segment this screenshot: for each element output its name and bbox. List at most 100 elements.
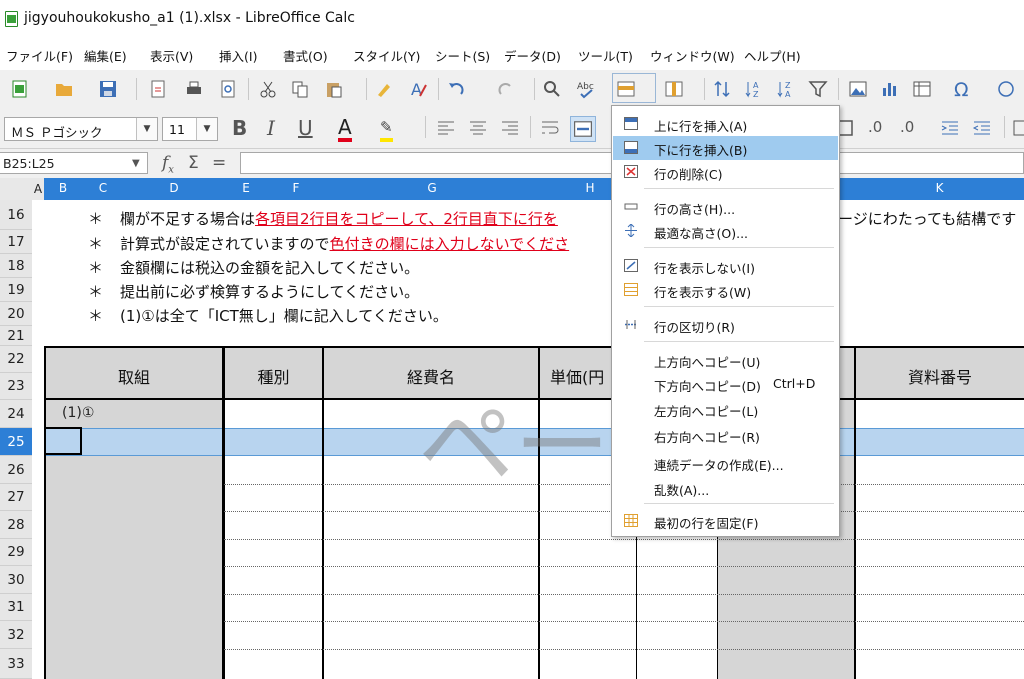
hyperlink-icon[interactable]: [996, 79, 1016, 99]
menu-sheet[interactable]: シート(S): [435, 46, 490, 65]
menu-data[interactable]: データ(D): [504, 46, 561, 65]
column-icon[interactable]: [664, 79, 684, 99]
column-header-e[interactable]: E: [224, 181, 268, 195]
spreadsheet-grid[interactable]: A B C D E F G H K 16 17 18 19 20 21 22 2…: [0, 178, 1024, 679]
menu-row-break[interactable]: 行の区切り(R): [613, 313, 838, 337]
align-left-icon[interactable]: [436, 118, 456, 138]
cell-border-icon[interactable]: [1012, 118, 1024, 138]
menu-random-number[interactable]: 乱数(A)...: [613, 476, 838, 500]
pivot-table-icon[interactable]: [912, 79, 932, 99]
align-right-icon[interactable]: [500, 118, 520, 138]
merge-center-icon[interactable]: [570, 116, 596, 142]
increase-indent-icon[interactable]: [940, 118, 960, 138]
font-size-box[interactable]: 11 ▼: [162, 117, 218, 141]
menu-row-height[interactable]: 行の高さ(H)...: [613, 195, 838, 219]
menu-fill-left[interactable]: 左方向へコピー(L): [613, 397, 838, 421]
row-header-25[interactable]: 25: [0, 428, 32, 456]
row-header-23[interactable]: 23: [0, 373, 32, 400]
italic-icon[interactable]: I: [267, 116, 275, 140]
highlight-color-icon[interactable]: ✎: [380, 116, 393, 142]
row-header-20[interactable]: 20: [0, 302, 32, 326]
row-dropdown-button[interactable]: [612, 73, 656, 103]
font-name-box[interactable]: ＭＳ Ｐゴシック ▼: [4, 117, 158, 141]
save-icon[interactable]: [98, 79, 118, 99]
corner-cell[interactable]: [0, 178, 32, 200]
menu-optimal-height[interactable]: 最適な高さ(O)...: [613, 219, 838, 243]
column-header-g[interactable]: G: [324, 181, 540, 195]
row-header-31[interactable]: 31: [0, 594, 32, 621]
menu-tools[interactable]: ツール(T): [578, 46, 633, 65]
row-header-30[interactable]: 30: [0, 566, 32, 594]
undo-icon[interactable]: [446, 79, 466, 99]
menu-insert-rows-above[interactable]: 上に行を挿入(A): [613, 112, 838, 136]
row-header-17[interactable]: 17: [0, 230, 32, 254]
row-header-22[interactable]: 22: [0, 346, 32, 373]
align-center-icon[interactable]: [468, 118, 488, 138]
redo-icon[interactable]: [496, 79, 516, 99]
sort-icon[interactable]: [712, 79, 732, 99]
font-color-icon[interactable]: A: [338, 116, 352, 142]
menu-edit[interactable]: 編集(E): [84, 46, 127, 65]
function-wizard-icon[interactable]: fx: [162, 153, 174, 175]
chevron-down-icon[interactable]: ▼: [196, 118, 217, 140]
sum-icon[interactable]: Σ: [188, 153, 199, 173]
menu-window[interactable]: ウィンドウ(W): [650, 46, 735, 65]
row-header-33[interactable]: 33: [0, 649, 32, 679]
menu-fill-down[interactable]: 下方向へコピー(D) Ctrl+D: [613, 372, 838, 396]
clear-formatting-icon[interactable]: A: [408, 79, 428, 99]
row-header-16[interactable]: 16: [0, 200, 32, 230]
menu-fill-up[interactable]: 上方向へコピー(U): [613, 348, 838, 372]
row-header-32[interactable]: 32: [0, 621, 32, 649]
column-header-c[interactable]: C: [82, 181, 124, 195]
menu-hide-rows[interactable]: 行を表示しない(I): [613, 254, 838, 278]
delete-decimal-icon[interactable]: .0: [900, 118, 914, 136]
add-decimal-icon[interactable]: .0: [868, 118, 882, 136]
new-document-icon[interactable]: [10, 79, 30, 99]
column-header-k[interactable]: K: [855, 181, 1024, 195]
find-replace-icon[interactable]: [542, 79, 562, 99]
menu-styles[interactable]: スタイル(Y): [353, 46, 420, 65]
row-header-26[interactable]: 26: [0, 456, 32, 484]
cell-d24[interactable]: (1)①: [62, 405, 94, 421]
row-header-19[interactable]: 19: [0, 278, 32, 302]
menu-view[interactable]: 表示(V): [150, 46, 193, 65]
row-header-18[interactable]: 18: [0, 254, 32, 278]
open-folder-icon[interactable]: [54, 79, 74, 99]
menu-format[interactable]: 書式(O): [283, 46, 328, 65]
chevron-down-icon[interactable]: ▼: [136, 118, 157, 140]
insert-chart-icon[interactable]: [880, 79, 900, 99]
sort-ascending-icon[interactable]: AZ: [744, 79, 764, 99]
menu-insert-rows-below[interactable]: 下に行を挿入(B): [613, 136, 838, 160]
copy-icon[interactable]: [290, 79, 310, 99]
menu-show-rows[interactable]: 行を表示する(W): [613, 278, 838, 302]
menu-fill-series[interactable]: 連続データの作成(E)...: [613, 451, 838, 475]
column-header-f[interactable]: F: [268, 181, 324, 195]
bold-icon[interactable]: B: [232, 116, 247, 140]
formula-equals-icon[interactable]: =: [212, 153, 226, 173]
autofilter-icon[interactable]: [808, 79, 828, 99]
menu-freeze-first-row[interactable]: 最初の行を固定(F): [613, 509, 838, 533]
menu-fill-right[interactable]: 右方向へコピー(R): [613, 423, 838, 447]
print-icon[interactable]: [184, 79, 204, 99]
row-header-21[interactable]: 21: [0, 326, 32, 346]
clone-formatting-icon[interactable]: [374, 79, 394, 99]
menu-delete-rows[interactable]: 行の削除(C): [613, 160, 838, 184]
spelling-icon[interactable]: Abc: [576, 79, 596, 99]
menu-help[interactable]: ヘルプ(H): [744, 46, 801, 65]
chevron-down-icon[interactable]: ▼: [132, 158, 140, 169]
underline-icon[interactable]: U: [298, 116, 313, 140]
insert-image-icon[interactable]: [848, 79, 868, 99]
wrap-text-icon[interactable]: [540, 118, 560, 138]
row-header-29[interactable]: 29: [0, 539, 32, 566]
menu-file[interactable]: ファイル(F): [6, 46, 73, 65]
column-header-d[interactable]: D: [124, 181, 224, 195]
cut-icon[interactable]: [258, 79, 278, 99]
column-header-b[interactable]: B: [44, 181, 82, 195]
cell-cursor[interactable]: [44, 427, 82, 455]
sort-descending-icon[interactable]: ZA: [776, 79, 796, 99]
row-header-28[interactable]: 28: [0, 511, 32, 539]
paste-icon[interactable]: [324, 79, 344, 99]
decrease-indent-icon[interactable]: [972, 118, 992, 138]
export-pdf-icon[interactable]: [148, 79, 168, 99]
name-box[interactable]: B25:L25: [0, 152, 148, 174]
